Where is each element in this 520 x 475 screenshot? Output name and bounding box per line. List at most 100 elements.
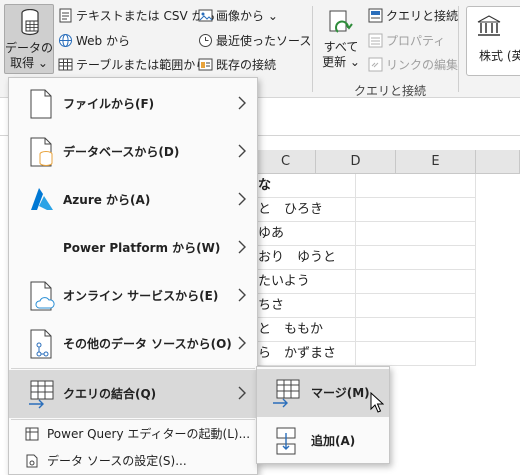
existing-connections-label: 既存の接続 bbox=[216, 57, 277, 72]
menu-item-label: クエリの結合(Q) bbox=[63, 387, 157, 401]
menu-item-label: Azure から(A) bbox=[63, 193, 151, 207]
chevron-right-icon bbox=[238, 336, 246, 350]
menu-separator bbox=[11, 419, 255, 420]
link-icon bbox=[368, 57, 383, 71]
clock-icon bbox=[199, 33, 212, 47]
bank-icon bbox=[477, 15, 501, 36]
cell[interactable] bbox=[356, 270, 476, 294]
power-query-icon bbox=[25, 427, 39, 441]
column-header-d[interactable]: D bbox=[316, 150, 396, 174]
queries-icon bbox=[368, 8, 383, 22]
cloud-icon bbox=[30, 281, 55, 311]
menu-item-launch-power-query[interactable]: Power Query エディターの起動(L)... bbox=[9, 421, 257, 447]
menu-item-data-source-settings[interactable]: データ ソースの設定(S)... bbox=[9, 448, 257, 474]
get-data-button[interactable]: データの 取得 ⌄ bbox=[4, 4, 54, 74]
queries-group-label: クエリと接続 bbox=[354, 84, 427, 98]
append-icon bbox=[276, 427, 296, 455]
from-web-label: Web から bbox=[76, 33, 130, 48]
mouse-cursor-icon bbox=[370, 392, 384, 413]
cell[interactable]: たいよう bbox=[256, 270, 356, 294]
chevron-right-icon bbox=[238, 240, 246, 254]
from-table-range-label: テーブルまたは範囲から bbox=[76, 57, 208, 72]
chevron-right-icon bbox=[238, 386, 246, 400]
menu-item-from-power-platform[interactable]: Power Platform から(W) bbox=[9, 224, 257, 272]
menu-item-from-file[interactable]: ファイルから(F) bbox=[9, 80, 257, 128]
from-text-csv-label: テキストまたは CSV から bbox=[76, 8, 216, 23]
menu-item-from-other-sources[interactable]: その他のデータ ソースから(O) bbox=[9, 320, 257, 368]
menu-item-label: その他のデータ ソースから(O) bbox=[63, 337, 232, 351]
cell[interactable]: ゆあ bbox=[256, 222, 356, 246]
refresh-icon bbox=[329, 10, 353, 33]
azure-icon bbox=[31, 188, 53, 210]
image-icon bbox=[198, 9, 213, 21]
menu-item-from-azure[interactable]: Azure から(A) bbox=[9, 176, 257, 224]
from-image-button[interactable]: 画像から ⌄ bbox=[198, 6, 278, 24]
menu-item-from-database[interactable]: データベースから(D) bbox=[9, 128, 257, 176]
cell[interactable] bbox=[356, 318, 476, 342]
queries-connections-button[interactable]: クエリと接続 bbox=[368, 6, 458, 24]
cell[interactable] bbox=[356, 174, 476, 198]
column-header-e[interactable]: E bbox=[396, 150, 476, 174]
existing-connections-button[interactable]: 既存の接続 bbox=[198, 55, 276, 73]
properties-label: プロパティ bbox=[386, 33, 446, 48]
refresh-all-line2: 更新 ⌄ bbox=[322, 55, 360, 69]
globe-icon bbox=[59, 33, 72, 47]
refresh-all-button[interactable]: すべて 更新 ⌄ bbox=[318, 10, 364, 76]
cell[interactable]: おり ゆうと bbox=[256, 246, 356, 270]
cell[interactable] bbox=[356, 246, 476, 270]
get-data-label-line1: データの bbox=[5, 41, 54, 55]
merge-icon bbox=[273, 379, 300, 408]
edit-links-button[interactable]: リンクの編集 bbox=[368, 55, 458, 73]
cell[interactable]: ちさ bbox=[256, 294, 356, 318]
submenu-item-append[interactable]: 追加(A) bbox=[257, 417, 389, 465]
recent-sources-button[interactable]: 最近使ったソース bbox=[198, 31, 311, 49]
table-icon bbox=[58, 58, 73, 70]
menu-item-label: Power Query エディターの起動(L)... bbox=[47, 427, 251, 441]
cell[interactable]: な bbox=[256, 174, 356, 198]
cell[interactable] bbox=[356, 198, 476, 222]
menu-item-label: ファイルから(F) bbox=[63, 97, 155, 111]
edit-links-label: リンクの編集 bbox=[386, 57, 459, 72]
settings-file-icon bbox=[26, 454, 38, 468]
menu-item-combine-queries[interactable]: クエリの結合(Q) bbox=[9, 370, 257, 418]
from-image-label: 画像から ⌄ bbox=[216, 8, 278, 23]
text-file-icon bbox=[59, 8, 72, 22]
from-web-button[interactable]: Web から bbox=[58, 31, 130, 49]
cell[interactable]: ら かずまさ bbox=[256, 342, 356, 366]
ribbon-separator bbox=[312, 6, 313, 92]
chevron-right-icon bbox=[238, 96, 246, 110]
get-data-label: データの 取得 ⌄ bbox=[5, 41, 53, 71]
menu-item-label: データベースから(D) bbox=[63, 145, 180, 159]
menu-item-label: オンライン サービスから(E) bbox=[63, 289, 219, 303]
from-table-range-button[interactable]: テーブルまたは範囲から bbox=[58, 55, 207, 73]
cell[interactable] bbox=[356, 294, 476, 318]
menu-item-from-online-services[interactable]: オンライン サービスから(E) bbox=[9, 272, 257, 320]
get-data-label-line2: 取得 ⌄ bbox=[10, 56, 48, 70]
database-icon bbox=[30, 137, 53, 167]
column-header-c[interactable]: C bbox=[256, 150, 316, 174]
cell[interactable]: と ももか bbox=[256, 318, 356, 342]
cell[interactable]: と ひろき bbox=[256, 198, 356, 222]
other-sources-icon bbox=[30, 329, 52, 359]
refresh-all-line1: すべて bbox=[323, 40, 359, 54]
ribbon-separator bbox=[458, 6, 459, 92]
queries-connections-label: クエリと接続 bbox=[386, 8, 459, 23]
menu-item-label: Power Platform から(W) bbox=[63, 241, 221, 255]
cell[interactable] bbox=[356, 222, 476, 246]
submenu-item-label: 追加(A) bbox=[311, 434, 356, 448]
combine-queries-icon bbox=[29, 380, 54, 409]
recent-sources-label: 最近使ったソース bbox=[216, 33, 312, 48]
properties-icon bbox=[368, 33, 383, 47]
file-icon bbox=[30, 89, 52, 119]
from-text-csv-button[interactable]: テキストまたは CSV から bbox=[58, 6, 215, 24]
properties-button[interactable]: プロパティ bbox=[368, 31, 445, 49]
chevron-right-icon bbox=[238, 288, 246, 302]
connections-icon bbox=[198, 58, 213, 70]
menu-separator bbox=[11, 368, 255, 369]
get-data-menu: ファイルから(F) データベースから(D) Azure から(A) Power … bbox=[8, 77, 258, 475]
column-header-f[interactable] bbox=[476, 150, 520, 174]
cell[interactable] bbox=[356, 342, 476, 366]
chevron-right-icon bbox=[238, 144, 246, 158]
stock-label: 株式 (英 bbox=[479, 49, 520, 63]
stock-data-type-button[interactable]: 株式 (英 bbox=[466, 6, 520, 76]
